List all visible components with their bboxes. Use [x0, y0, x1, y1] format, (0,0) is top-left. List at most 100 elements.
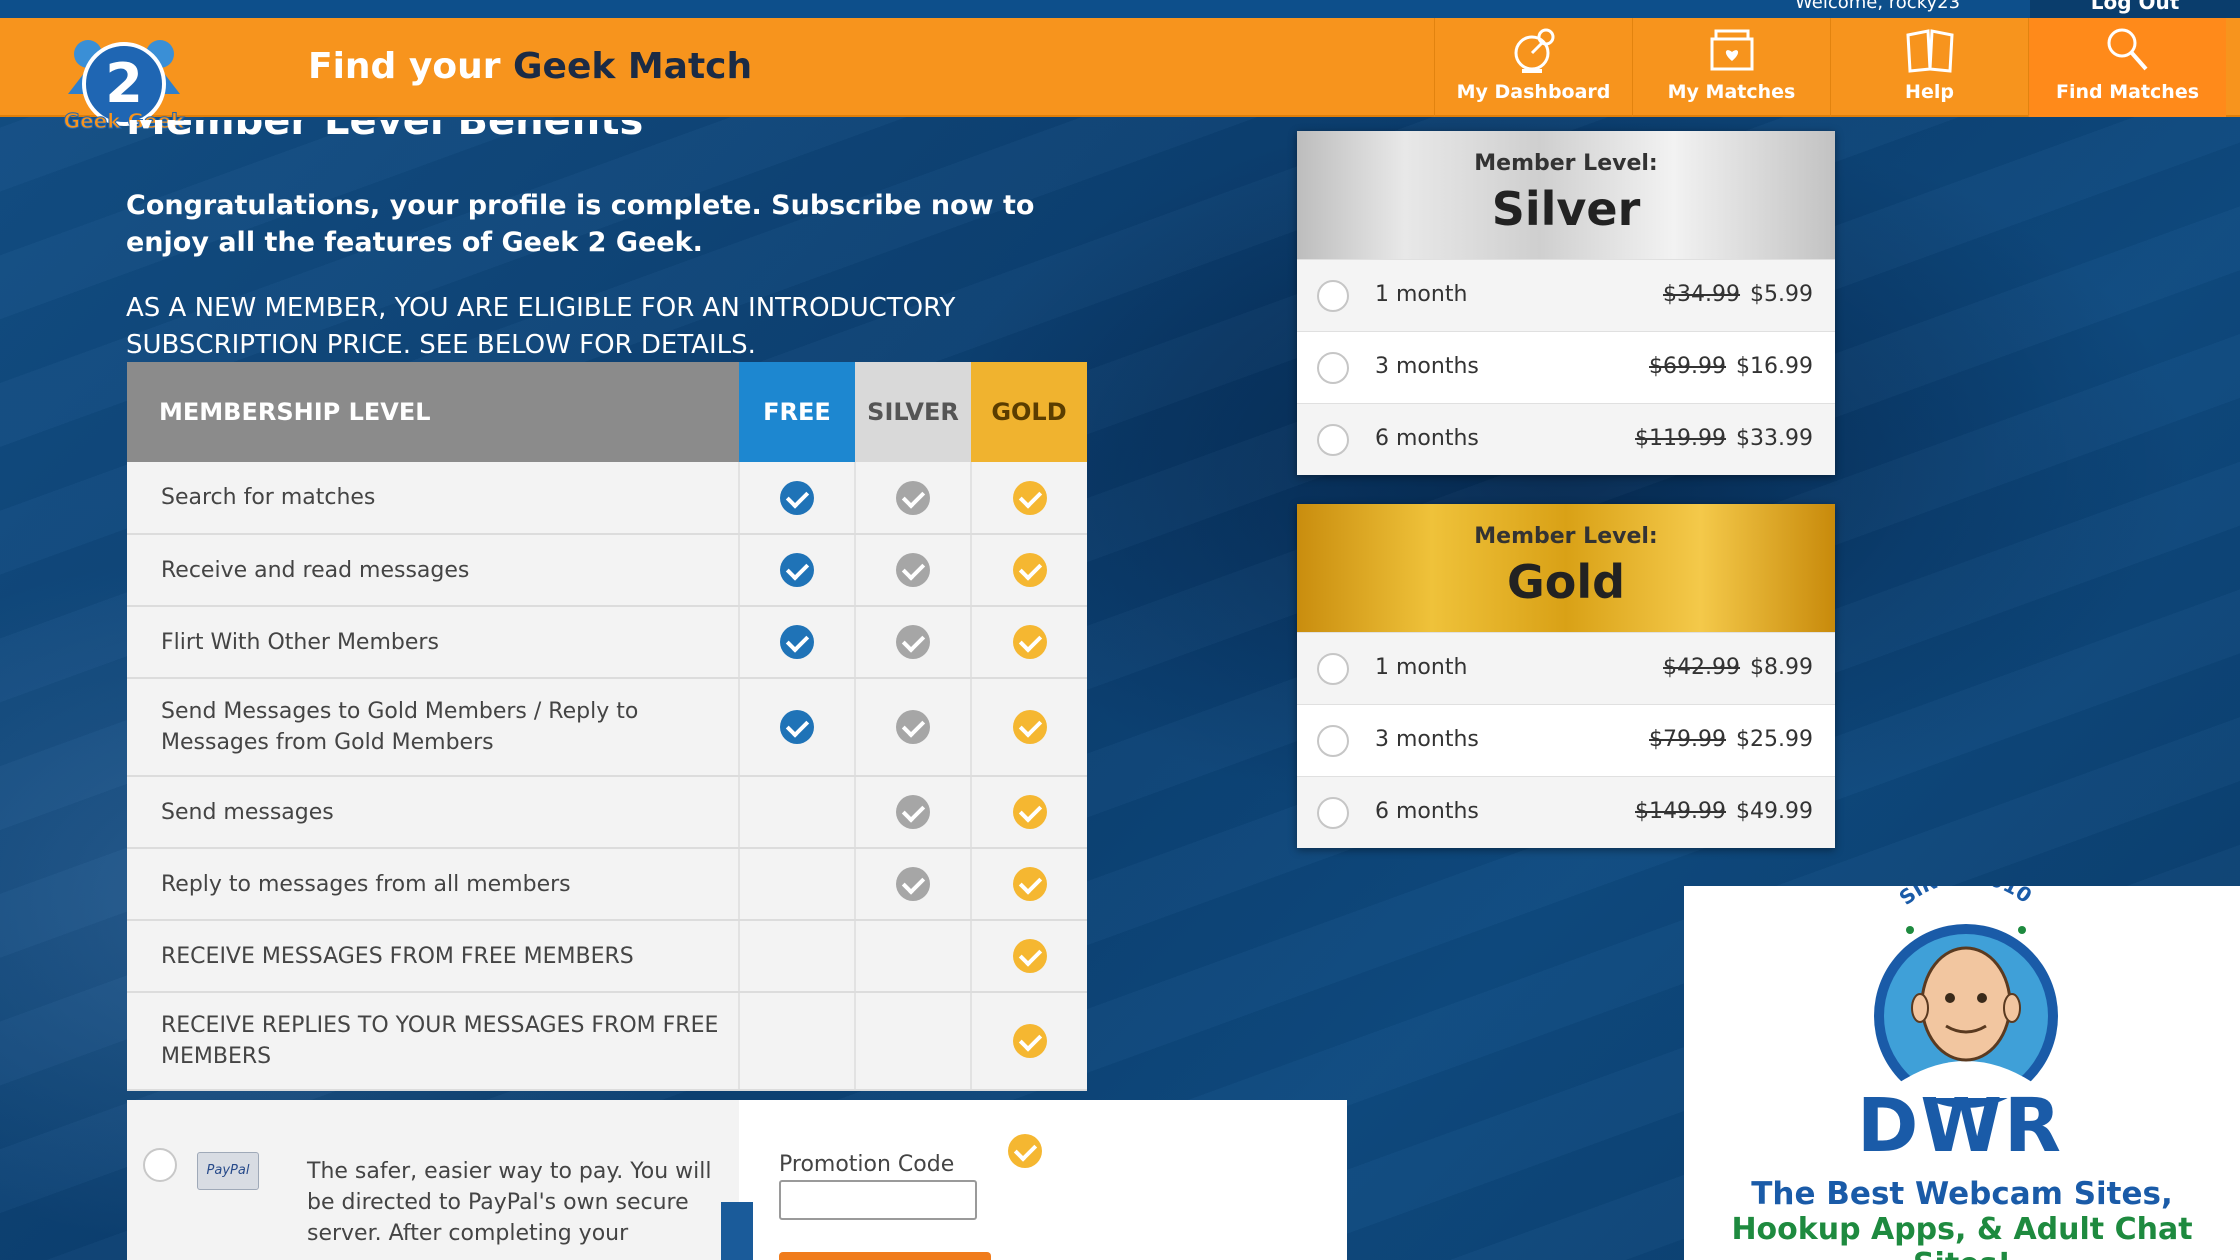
svg-text:SINCE 2010: SINCE 2010: [1895, 886, 2037, 910]
benefit-gold-cell: [970, 534, 1087, 607]
silver-radio[interactable]: [1317, 280, 1349, 312]
benefit-silver-cell: [854, 920, 971, 993]
option-prices: $79.99 $25.99: [1649, 727, 1813, 752]
silver-check-icon: [896, 625, 930, 659]
old-price: $119.99: [1635, 426, 1727, 451]
silver-radio[interactable]: [1317, 352, 1349, 384]
gold-radio[interactable]: [1317, 653, 1349, 685]
nav-my-dashboard[interactable]: My Dashboard: [1434, 18, 1632, 117]
gold-radio[interactable]: [1317, 797, 1349, 829]
benefit-free-cell: [738, 920, 855, 993]
benefit-feature: Reply to messages from all members: [127, 848, 739, 921]
new-price: $25.99: [1736, 727, 1813, 752]
benefit-gold-cell: [970, 606, 1087, 679]
ad-headline: The Best Webcam Sites,: [1751, 1176, 2173, 1212]
silver-pricing-card: Member Level: Silver 1 month $34.99 $5.99…: [1297, 131, 1835, 475]
old-price: $79.99: [1649, 727, 1727, 752]
silver-option-6-months[interactable]: 6 months $119.99 $33.99: [1297, 403, 1835, 475]
option-duration: 1 month: [1375, 655, 1468, 680]
option-prices: $149.99 $49.99: [1635, 799, 1813, 824]
nav-my-matches[interactable]: My Matches: [1632, 18, 1830, 117]
svg-text:2: 2: [105, 52, 143, 115]
search-icon: [2107, 28, 2147, 71]
benefit-free-cell: [738, 462, 855, 535]
option-prices: $42.99 $8.99: [1663, 655, 1813, 680]
dwr-brand: DWR: [1856, 1083, 2064, 1169]
gold-option-1-month[interactable]: 1 month $42.99 $8.99: [1297, 632, 1835, 704]
gold-check-icon: [1012, 625, 1047, 659]
benefit-silver-cell: [854, 776, 971, 849]
header-silver: SILVER: [855, 362, 971, 462]
nav-find-matches[interactable]: Find Matches: [2028, 18, 2226, 117]
silver-card-header: Member Level: Silver: [1297, 131, 1835, 259]
free-check-icon: [780, 625, 814, 659]
gold-radio[interactable]: [1317, 725, 1349, 757]
benefit-silver-cell: [854, 462, 971, 535]
silver-check-icon: [896, 710, 930, 744]
intro-message: AS A NEW MEMBER, YOU ARE ELIGIBLE FOR AN…: [126, 293, 956, 360]
benefit-row: Reply to messages from all members: [127, 848, 1087, 921]
option-duration: 3 months: [1375, 727, 1479, 752]
promo-code-label: Promotion Code: [779, 1152, 955, 1177]
silver-check-icon: [896, 553, 930, 587]
benefit-row: Send Messages to Gold Members / Reply to…: [127, 678, 1087, 777]
benefits-header-row: MEMBERSHIP LEVEL FREE SILVER GOLD: [127, 362, 1087, 462]
old-price: $149.99: [1635, 799, 1727, 824]
gold-check-icon: [1012, 480, 1047, 515]
main-nav: My Dashboard My Matches Help Find Matche…: [1434, 18, 2226, 117]
silver-check-icon: [896, 795, 930, 829]
new-price: $5.99: [1750, 282, 1813, 307]
silver-option-3-months[interactable]: 3 months $69.99 $16.99: [1297, 331, 1835, 403]
option-duration: 3 months: [1375, 354, 1479, 379]
new-price: $33.99: [1736, 426, 1813, 451]
silver-options: 1 month $34.99 $5.99 3 months $69.99 $16.9…: [1297, 259, 1835, 475]
benefit-row: Receive and read messages: [127, 534, 1087, 607]
gold-options: 1 month $42.99 $8.99 3 months $79.99 $25.9…: [1297, 632, 1835, 848]
promo-code-input[interactable]: [779, 1180, 977, 1220]
silver-radio[interactable]: [1317, 424, 1349, 456]
benefits-body: Search for matches Receive and read messa…: [127, 462, 1087, 1091]
gold-level-name: Gold: [1506, 555, 1626, 609]
free-check-icon: [780, 710, 814, 744]
old-price: $42.99: [1663, 655, 1741, 680]
dwr-ad-banner[interactable]: SINCE 2010 DWR The Best Webcam Sites, Ho…: [1684, 886, 2240, 1260]
gold-check-icon: [1008, 1134, 1042, 1168]
benefit-gold-cell: [970, 776, 1087, 849]
account-bar: Welcome, rocky23 Log Out: [0, 0, 2240, 18]
congrats-message: Congratulations, your profile is complet…: [126, 190, 1035, 258]
ad-since-text: SINCE 2010: [1895, 886, 2037, 910]
benefit-silver-cell: [854, 606, 971, 679]
benefit-feature: Search for matches: [127, 462, 739, 535]
nav-help[interactable]: Help: [1830, 18, 2028, 117]
gold-card-header: Member Level: Gold: [1297, 504, 1835, 632]
benefit-feature: Send messages: [127, 776, 739, 849]
benefit-feature: RECEIVE MESSAGES FROM FREE MEMBERS: [127, 920, 739, 993]
benefit-feature: Receive and read messages: [127, 534, 739, 607]
nav-label: My Matches: [1667, 81, 1796, 103]
gold-pricing-card: Member Level: Gold 1 month $42.99 $8.99 3…: [1297, 504, 1835, 848]
paypal-radio[interactable]: [143, 1148, 177, 1182]
nav-label: My Dashboard: [1456, 81, 1611, 103]
benefit-gold-cell: [970, 678, 1087, 777]
welcome-text: Welcome, rocky23: [1795, 0, 1961, 13]
gold-check-icon: [1012, 867, 1047, 901]
promo-apply-button[interactable]: [779, 1252, 991, 1260]
benefit-silver-cell: [854, 848, 971, 921]
silver-check-icon: [896, 867, 930, 901]
silver-option-1-month[interactable]: 1 month $34.99 $5.99: [1297, 259, 1835, 331]
paypal-option: PayPal The safer, easier way to pay. You…: [127, 1100, 739, 1260]
matches-icon: [1710, 29, 1753, 71]
benefit-feature: Flirt With Other Members: [127, 606, 739, 679]
benefit-row: RECEIVE MESSAGES FROM FREE MEMBERS: [127, 920, 1087, 993]
free-check-icon: [780, 553, 814, 587]
gold-option-3-months[interactable]: 3 months $79.99 $25.99: [1297, 704, 1835, 776]
benefit-silver-cell: [854, 992, 971, 1091]
benefit-feature: RECEIVE REPLIES TO YOUR MESSAGES FROM FR…: [127, 992, 739, 1091]
logout-button[interactable]: Log Out: [2030, 0, 2240, 18]
benefit-gold-cell: [970, 920, 1087, 993]
dashboard-icon: [1514, 28, 1554, 73]
benefit-free-cell: [738, 776, 855, 849]
header-membership-level: MEMBERSHIP LEVEL: [127, 362, 739, 462]
gold-option-6-months[interactable]: 6 months $149.99 $49.99: [1297, 776, 1835, 848]
new-price: $49.99: [1736, 799, 1813, 824]
